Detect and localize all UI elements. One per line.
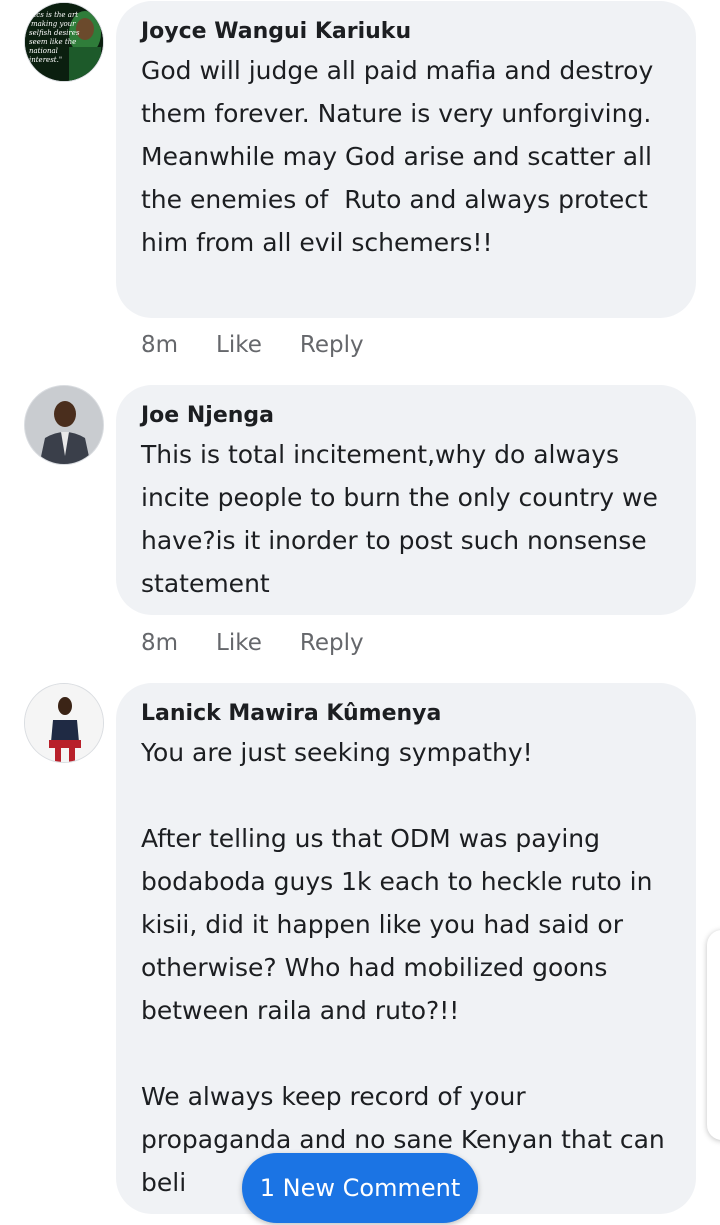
- avatar-quote-line: making your: [31, 20, 76, 28]
- comment-bubble[interactable]: Lanick Mawira Kûmenya You are just seeki…: [116, 683, 696, 1214]
- comment-text: God will judge all paid mafia and destro…: [141, 56, 662, 257]
- comment-actions: 8m Like Reply: [141, 623, 402, 663]
- avatar-quote-line: interest.": [29, 56, 62, 64]
- like-button[interactable]: Like: [216, 623, 262, 663]
- comment-author[interactable]: Lanick Mawira Kûmenya: [141, 697, 672, 731]
- new-comment-button[interactable]: 1 New Comment: [242, 1153, 478, 1223]
- avatar-quote-line: seem like the: [29, 38, 76, 46]
- avatar-quote-line: national: [29, 47, 58, 55]
- reply-button[interactable]: Reply: [300, 623, 364, 663]
- avatar[interactable]: [24, 385, 104, 465]
- avatar[interactable]: itics is the art making your selfish des…: [24, 2, 104, 82]
- comment-bubble[interactable]: Joyce Wangui Kariuku God will judge all …: [116, 1, 696, 318]
- comment-timestamp[interactable]: 8m: [141, 325, 178, 365]
- avatar[interactable]: [24, 683, 104, 763]
- avatar-image: itics is the art making your selfish des…: [25, 3, 103, 81]
- comment-text: You are just seeking sympathy! After tel…: [141, 738, 665, 1197]
- comment-author[interactable]: Joyce Wangui Kariuku: [141, 15, 672, 49]
- comment-timestamp[interactable]: 8m: [141, 623, 178, 663]
- reply-button[interactable]: Reply: [300, 325, 364, 365]
- comment-actions: 8m Like Reply: [141, 325, 402, 365]
- comment-bubble[interactable]: Joe Njenga This is total incitement,why …: [116, 385, 696, 615]
- avatar-image: [25, 386, 103, 464]
- scroll-handle[interactable]: [707, 930, 720, 1140]
- like-button[interactable]: Like: [216, 325, 262, 365]
- avatar-image: [25, 684, 103, 762]
- comment-text: This is total incitement,why do always i…: [141, 440, 666, 598]
- avatar-quote-line: itics is the art: [29, 11, 78, 19]
- comment-author[interactable]: Joe Njenga: [141, 399, 672, 433]
- avatar-quote-line: selfish desires: [29, 29, 80, 37]
